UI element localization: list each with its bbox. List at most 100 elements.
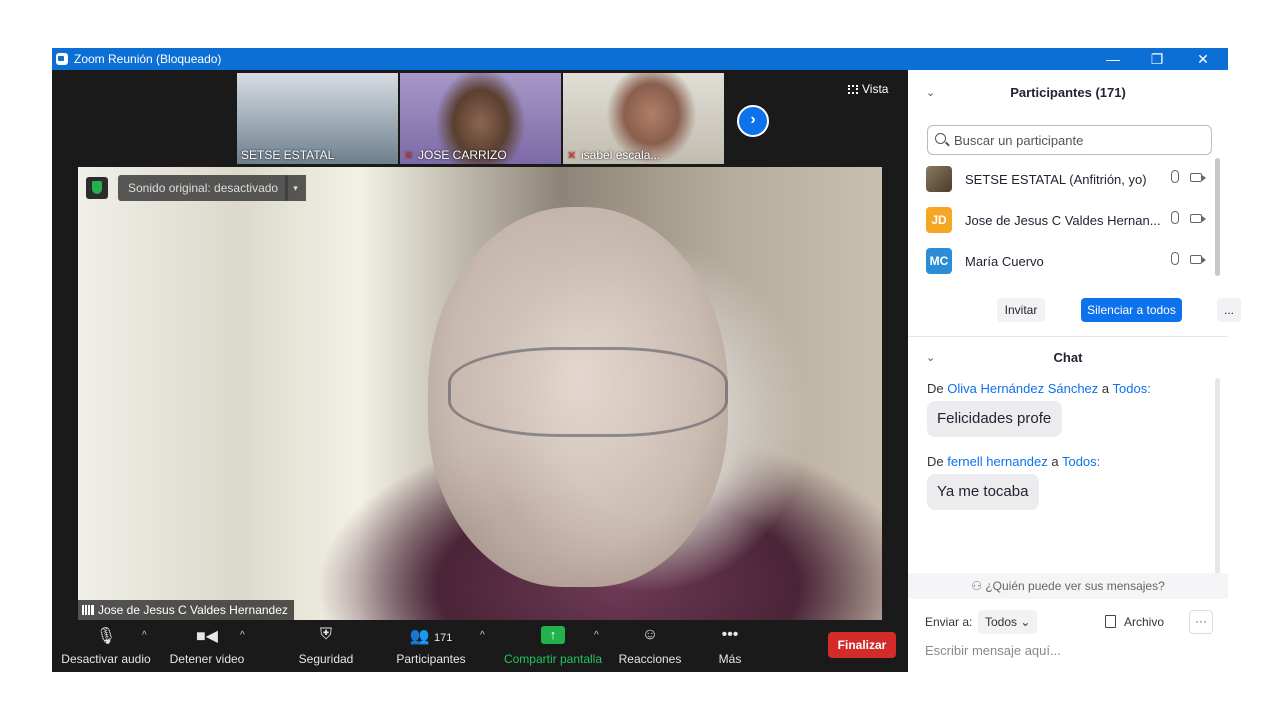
who-can-see-link[interactable]: ⚇ ¿Quién puede ver sus mensajes? <box>908 573 1228 599</box>
minimize-button[interactable]: — <box>1090 48 1136 70</box>
microphone-icon[interactable] <box>1171 252 1179 265</box>
search-placeholder: Buscar un participante <box>954 133 1084 148</box>
share-screen-icon: ↑ <box>541 626 565 644</box>
emoji-add-icon: ☺ <box>641 626 659 643</box>
security-button[interactable]: ⛨ Seguridad <box>292 620 360 672</box>
chat-message-header: De fernell hernandez a Todos: <box>927 454 1101 469</box>
stop-video-button[interactable]: ■◀ Detener video <box>164 620 250 672</box>
chat-sender[interactable]: fernell hernandez <box>947 454 1047 469</box>
mic-muted-icon: ✕ <box>404 150 414 162</box>
chat-scrollbar[interactable] <box>1215 378 1220 574</box>
chat-recipient[interactable]: Todos: <box>1062 454 1100 469</box>
search-icon <box>935 133 946 144</box>
video-camera-icon: ■◀ <box>196 628 218 645</box>
video-thumbnail[interactable]: ✕ isabel escala... <box>563 73 724 164</box>
participants-options-caret[interactable]: ^ <box>480 630 485 641</box>
panel-divider <box>908 336 1228 337</box>
participants-icon: 👥 171 <box>409 628 453 645</box>
who-can-see-label: ¿Quién puede ver sus mensajes? <box>985 579 1165 593</box>
speaker-name-tag: Jose de Jesus C Valdes Hernandez <box>78 600 294 620</box>
participants-scrollbar[interactable] <box>1215 158 1220 276</box>
view-button[interactable]: Vista <box>848 82 888 96</box>
window-title: Zoom Reunión (Bloqueado) <box>74 52 222 66</box>
microphone-icon[interactable] <box>1171 211 1179 224</box>
camera-icon[interactable] <box>1190 255 1206 264</box>
mute-audio-label: Desactivar audio <box>61 652 151 666</box>
invite-button[interactable]: Invitar <box>997 298 1045 322</box>
chevron-down-icon: ⌄ <box>1020 615 1031 629</box>
chat-sender[interactable]: Oliva Hernández Sánchez <box>947 381 1098 396</box>
more-button[interactable]: ••• Más <box>708 620 752 672</box>
participants-header: ⌄ Participantes (171) <box>908 73 1228 113</box>
share-screen-button[interactable]: ↑ Compartir pantalla <box>500 620 606 672</box>
side-panel: ⌄ Participantes (171) Buscar un particip… <box>908 70 1241 672</box>
participant-search-input[interactable]: Buscar un participante <box>927 125 1212 155</box>
chat-title: Chat <box>1053 350 1083 365</box>
zoom-app-icon <box>56 53 68 65</box>
participants-button[interactable]: 👥 171 Participantes <box>392 620 470 672</box>
video-area: SETSE ESTATAL ✕ JOSE CARRIZO ✕ isabel esca… <box>52 70 908 672</box>
recipient-dropdown[interactable]: Todos ⌄ <box>978 610 1038 634</box>
participant-name: María Cuervo <box>965 254 1044 269</box>
chat-message-header: De Oliva Hernández Sánchez a Todos: <box>927 381 1151 396</box>
participant-row[interactable]: JD Jose de Jesus C Valdes Hernan... <box>926 205 1216 235</box>
avatar: JD <box>926 207 952 233</box>
thumbnail-name: SETSE ESTATAL <box>241 148 335 162</box>
participant-row[interactable]: MC María Cuervo <box>926 246 1216 276</box>
reactions-label: Reacciones <box>618 652 682 666</box>
main-speaker-video: Sonido original: desactivado ▾ Jose de J… <box>78 167 882 620</box>
microphone-icon: 🎙 <box>95 628 117 645</box>
send-to-row: Enviar a: Todos ⌄ Archivo ··· <box>925 610 1215 634</box>
participant-row[interactable]: SETSE ESTATAL (Anfitrión, yo) <box>926 164 1216 194</box>
participant-name: SETSE ESTATAL (Anfitrión, yo) <box>965 172 1147 187</box>
original-sound-toggle[interactable]: Sonido original: desactivado <box>118 175 289 201</box>
chat-header: ⌄ Chat <box>908 338 1228 378</box>
mute-all-button[interactable]: Silenciar a todos <box>1081 298 1182 322</box>
thumbnail-name: ✕ JOSE CARRIZO <box>404 148 507 162</box>
share-screen-label: Compartir pantalla <box>503 652 603 666</box>
audio-options-caret[interactable]: ^ <box>142 630 147 641</box>
share-options-caret[interactable]: ^ <box>594 630 599 641</box>
meeting-toolbar: 🎙 Desactivar audio ^ ■◀ Detener video ^ … <box>52 620 908 672</box>
zoom-window: Zoom Reunión (Bloqueado) — ❐ ✕ SETSE EST… <box>52 48 1241 672</box>
collapse-chat-icon[interactable]: ⌄ <box>926 338 935 378</box>
person-lock-icon: ⚇ <box>971 579 982 593</box>
signal-strength-icon <box>82 605 94 615</box>
microphone-icon[interactable] <box>1171 170 1179 183</box>
encryption-shield-icon[interactable] <box>86 177 108 199</box>
participants-label: Participantes <box>396 652 466 666</box>
restore-button[interactable]: ❐ <box>1134 48 1180 70</box>
close-button[interactable]: ✕ <box>1180 48 1226 70</box>
collapse-participants-icon[interactable]: ⌄ <box>926 73 935 113</box>
file-icon <box>1105 615 1116 628</box>
stop-video-label: Detener video <box>169 652 245 666</box>
more-dots-icon: ••• <box>721 626 739 643</box>
chat-message-input[interactable]: Escribir mensaje aquí... <box>925 643 1061 658</box>
chat-message-bubble: Felicidades profe <box>927 401 1063 437</box>
participants-title: Participantes (171) <box>1010 85 1126 100</box>
mute-audio-button[interactable]: 🎙 Desactivar audio <box>60 620 152 672</box>
video-thumbnail[interactable]: ✕ JOSE CARRIZO <box>400 73 561 164</box>
sound-options-dropdown[interactable]: ▾ <box>284 175 306 201</box>
file-button[interactable]: Archivo <box>1105 615 1164 629</box>
next-page-button[interactable]: › <box>737 105 769 137</box>
share-screen-icon-wrap: ↑ <box>500 626 606 646</box>
video-thumbnail[interactable]: SETSE ESTATAL <box>237 73 398 164</box>
reactions-button[interactable]: ☺ Reacciones <box>616 620 684 672</box>
end-meeting-button[interactable]: Finalizar <box>828 632 896 658</box>
chat-message-bubble: Ya me tocaba <box>927 474 1040 510</box>
chat-more-button[interactable]: ··· <box>1189 610 1213 634</box>
camera-icon[interactable] <box>1190 214 1206 223</box>
thumbnail-name: ✕ isabel escala... <box>567 148 661 162</box>
video-options-caret[interactable]: ^ <box>240 630 245 641</box>
chat-recipient[interactable]: Todos: <box>1113 381 1151 396</box>
mic-muted-icon: ✕ <box>567 150 577 162</box>
camera-icon[interactable] <box>1190 173 1206 182</box>
more-label: Más <box>718 652 742 666</box>
speaker-glasses <box>448 347 728 437</box>
participants-more-button[interactable]: ... <box>1217 298 1241 322</box>
security-label: Seguridad <box>298 652 354 666</box>
title-bar: Zoom Reunión (Bloqueado) — ❐ ✕ <box>52 48 1228 70</box>
shield-icon: ⛨ <box>319 626 332 643</box>
send-to-label: Enviar a: <box>925 615 973 629</box>
